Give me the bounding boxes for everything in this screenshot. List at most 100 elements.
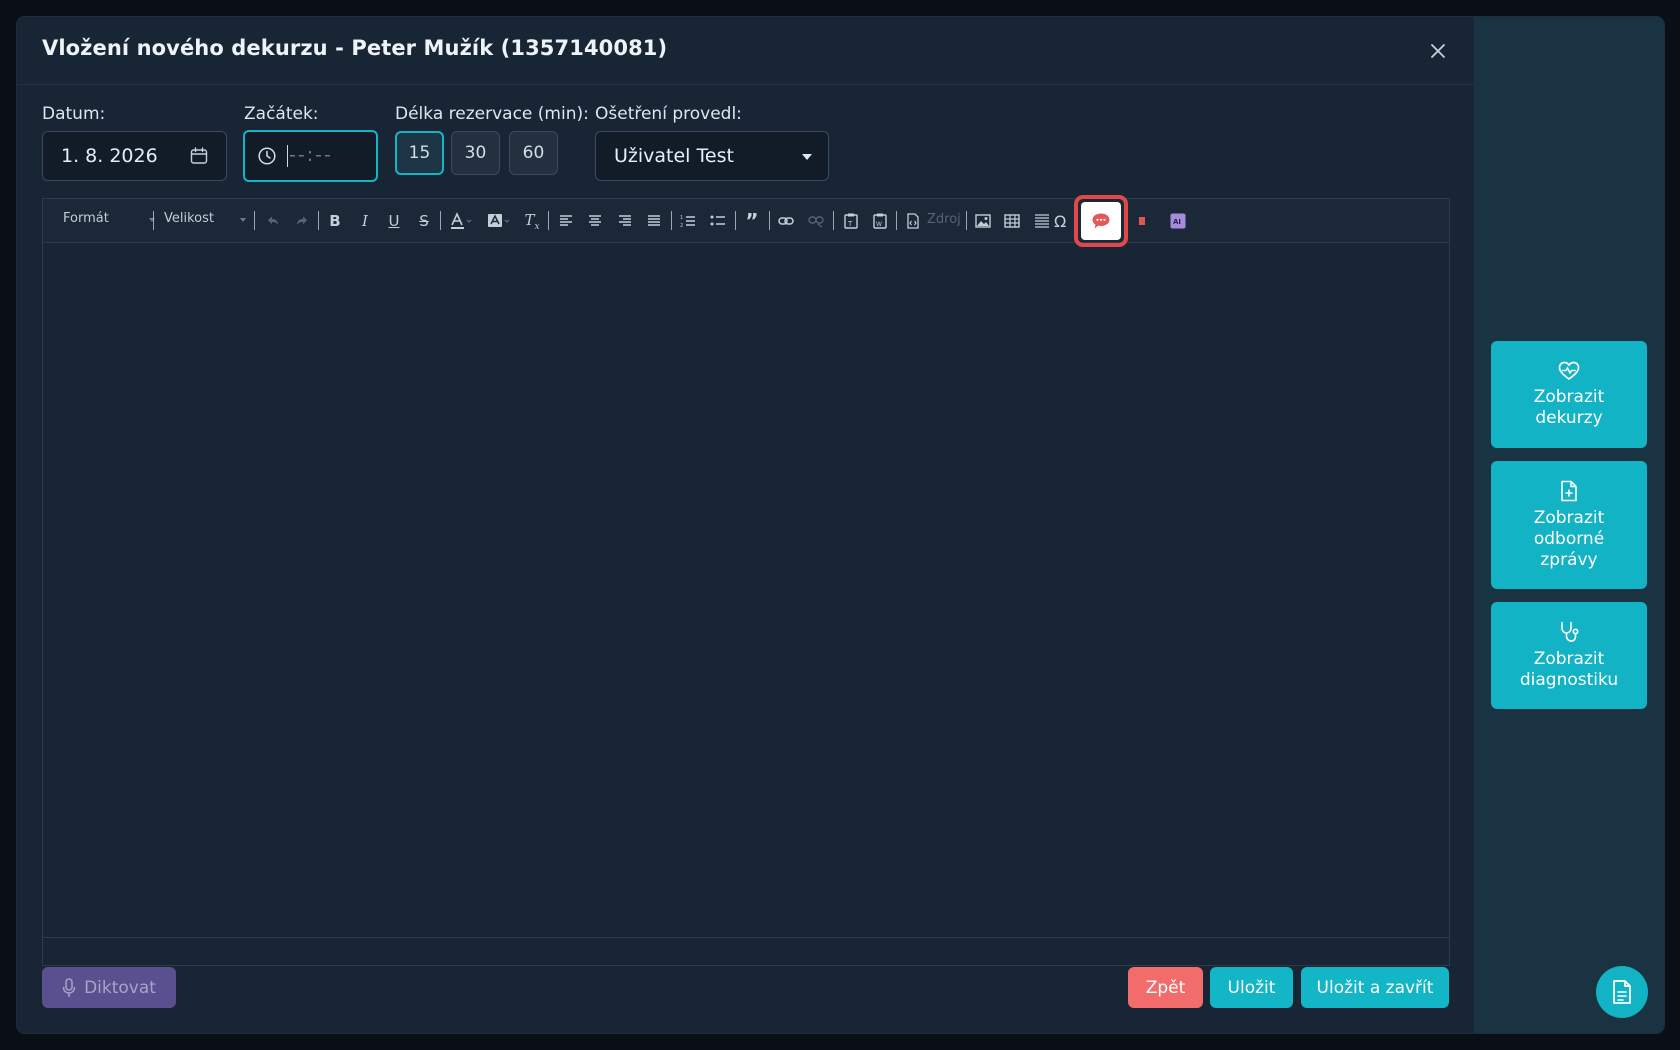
redo-icon	[297, 216, 307, 225]
show-diagnostics-label-1: Zobrazit	[1533, 648, 1605, 669]
table-button[interactable]	[1001, 210, 1023, 232]
toolbar-separator	[318, 211, 319, 230]
link-button[interactable]	[775, 210, 797, 232]
dictate-button[interactable]: Diktovat	[42, 967, 176, 1008]
source-button[interactable]	[902, 210, 924, 232]
stethoscope-icon	[1561, 621, 1579, 642]
align-right-icon	[619, 215, 631, 226]
italic-icon: I	[362, 212, 368, 230]
toolbar-separator	[735, 211, 736, 230]
calendar-icon[interactable]	[189, 146, 209, 166]
unlink-icon	[808, 216, 824, 228]
modal-title: Vložení nového dekurzu - Peter Mužík (13…	[42, 36, 668, 60]
bold-button[interactable]: B	[324, 210, 346, 232]
align-center-button[interactable]	[584, 210, 606, 232]
undo-icon	[268, 216, 278, 225]
editor-status-bar	[43, 937, 1449, 965]
show-expert-reports-button[interactable]: Zobrazit odborné zprávy	[1491, 461, 1647, 589]
chevron-down-icon	[240, 218, 246, 222]
duration-label: Délka rezervace (min):	[395, 104, 589, 124]
background-color-button[interactable]	[484, 210, 514, 232]
svg-text:T: T	[847, 220, 853, 228]
date-value: 1. 8. 2026	[61, 145, 158, 167]
source-icon	[907, 213, 919, 229]
numbered-list-icon: 12	[680, 215, 695, 228]
speech-bubble-icon	[1092, 213, 1110, 229]
strikethrough-button[interactable]: S	[413, 210, 435, 232]
bold-icon: B	[329, 212, 341, 230]
text-color-button[interactable]	[447, 210, 477, 232]
ai-button[interactable]: AI	[1167, 210, 1189, 232]
show-decursus-label-1: Zobrazit	[1533, 386, 1605, 407]
chevron-down-icon	[149, 218, 155, 222]
close-button[interactable]	[1426, 39, 1450, 63]
duration-30-button[interactable]: 30	[451, 131, 500, 175]
size-label: Velikost	[164, 211, 214, 226]
toolbar-separator	[440, 211, 441, 230]
align-left-button[interactable]	[555, 210, 577, 232]
back-button[interactable]: Zpět	[1128, 967, 1203, 1008]
dictate-label: Diktovat	[84, 977, 156, 998]
show-decursus-label-2: dekurzy	[1535, 407, 1603, 428]
image-icon	[975, 214, 991, 228]
unlink-button[interactable]	[805, 210, 827, 232]
toolbar-separator	[671, 211, 672, 230]
ai-icon: AI	[1170, 213, 1186, 229]
align-justify-button[interactable]	[643, 210, 665, 232]
toolbar-separator	[833, 211, 834, 230]
notes-fab-button[interactable]	[1596, 966, 1648, 1018]
clock-icon	[258, 147, 276, 165]
align-center-icon	[589, 215, 601, 226]
start-time-placeholder: --:--	[289, 144, 333, 166]
horizontal-line-button[interactable]	[1031, 210, 1053, 232]
svg-text:1: 1	[680, 215, 683, 221]
microphone-icon	[62, 977, 76, 997]
save-and-close-button[interactable]: Uložit a zavřít	[1301, 967, 1449, 1008]
horizontal-line-icon	[1035, 214, 1049, 228]
show-expert-reports-label-3: zprávy	[1540, 549, 1598, 570]
svg-text:W: W	[876, 221, 882, 228]
image-button[interactable]	[972, 210, 994, 232]
paste-word-icon: W	[873, 213, 887, 229]
blockquote-icon: ”	[745, 209, 759, 233]
undo-button[interactable]	[262, 210, 284, 232]
date-label: Datum:	[42, 104, 106, 124]
duration-60-button[interactable]: 60	[509, 131, 558, 175]
rich-text-editor: Formát Velikost B I U S Tx 1 2 ” T W Zdr…	[42, 198, 1450, 966]
paste-text-button[interactable]: T	[840, 210, 862, 232]
link-icon	[778, 217, 794, 225]
remove-format-button[interactable]: Tx	[521, 210, 543, 232]
performed-by-select[interactable]: Uživatel Test	[595, 131, 829, 181]
document-icon	[1613, 980, 1631, 1004]
editor-content-area[interactable]	[43, 243, 1449, 923]
size-dropdown[interactable]: Velikost	[164, 211, 246, 226]
toolbar-extra-button[interactable]	[1134, 210, 1148, 232]
paste-word-button[interactable]: W	[869, 210, 891, 232]
underline-button[interactable]: U	[383, 210, 405, 232]
save-button[interactable]: Uložit	[1210, 967, 1293, 1008]
format-dropdown[interactable]: Formát	[63, 211, 155, 226]
toolbar-separator	[548, 211, 549, 230]
special-char-button[interactable]: Ω	[1054, 210, 1068, 232]
blockquote-button[interactable]: ”	[741, 209, 763, 233]
start-time-input[interactable]: --:--	[243, 130, 378, 182]
show-diagnostics-button[interactable]: Zobrazit diagnostiku	[1491, 602, 1647, 709]
performed-by-value: Uživatel Test	[614, 145, 734, 167]
redo-button[interactable]	[291, 210, 313, 232]
toolbar-separator	[153, 211, 154, 230]
align-justify-icon	[648, 215, 660, 226]
date-input[interactable]: 1. 8. 2026	[42, 131, 227, 181]
numbered-list-button[interactable]: 12	[677, 210, 699, 232]
duration-15-button[interactable]: 15	[395, 131, 444, 175]
show-expert-reports-label-2: odborné	[1533, 528, 1605, 549]
show-decursus-button[interactable]: Zobrazit dekurzy	[1491, 341, 1647, 448]
italic-button[interactable]: I	[354, 210, 376, 232]
bulleted-list-button[interactable]	[707, 210, 729, 232]
file-plus-icon	[1561, 480, 1577, 501]
special-char-icon: Ω	[1054, 211, 1067, 231]
new-decursus-modal: Vložení nového dekurzu - Peter Mužík (13…	[17, 17, 1664, 1033]
align-right-button[interactable]	[614, 210, 636, 232]
paste-text-icon: T	[844, 213, 858, 229]
close-icon	[1431, 44, 1445, 58]
speech-bubble-button[interactable]	[1081, 202, 1121, 240]
